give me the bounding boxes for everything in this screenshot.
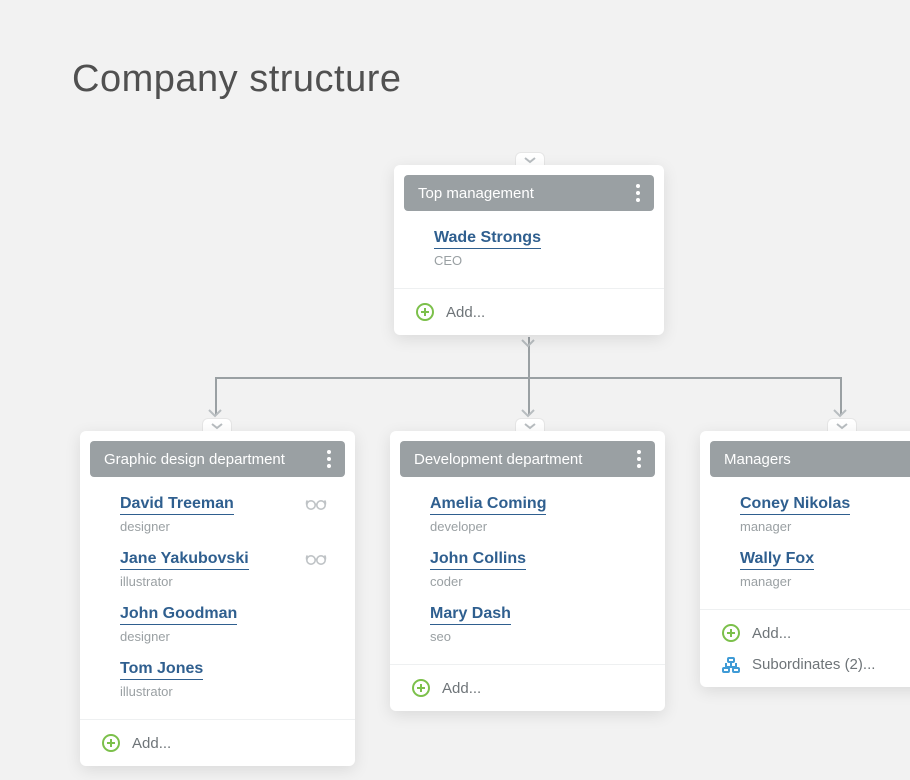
card-footer: Add... — [390, 664, 665, 711]
add-label: Add... — [446, 304, 485, 321]
subordinates-label: Subordinates (2)... — [752, 656, 875, 673]
subordinates-icon — [722, 657, 740, 673]
card-footer: Add... Subordinates (2)... — [700, 609, 910, 687]
member-name-link[interactable]: Mary Dash — [430, 605, 511, 625]
member-role: CEO — [434, 253, 644, 268]
glasses-icon[interactable] — [305, 552, 327, 571]
chevron-down-icon — [519, 408, 537, 418]
member-item: John Collins coder — [430, 542, 645, 597]
member-role: manager — [740, 519, 910, 534]
card-footer: Add... — [394, 288, 664, 335]
card-header: Managers — [710, 441, 910, 477]
member-item: Jane Yakubovski illustrator — [120, 542, 335, 597]
member-name-link[interactable]: Coney Nikolas — [740, 495, 850, 515]
member-name-link[interactable]: Wally Fox — [740, 550, 814, 570]
org-card-graphic-design: Graphic design department David Treeman d… — [80, 431, 355, 766]
chevron-down-icon — [519, 338, 537, 348]
member-list: Coney Nikolas manager Wally Fox manager — [700, 477, 910, 603]
card-header: Top management — [404, 175, 654, 211]
card-header: Graphic design department — [90, 441, 345, 477]
member-name-link[interactable]: Jane Yakubovski — [120, 550, 249, 570]
card-title: Top management — [418, 185, 534, 202]
card-header: Development department — [400, 441, 655, 477]
member-item: Coney Nikolas manager — [740, 487, 910, 542]
member-name-link[interactable]: John Collins — [430, 550, 526, 570]
member-item: Wade Strongs CEO — [434, 221, 644, 276]
member-role: designer — [120, 629, 335, 644]
member-name-link[interactable]: John Goodman — [120, 605, 237, 625]
member-list: Wade Strongs CEO — [394, 211, 664, 282]
add-member-button[interactable]: Add... — [390, 665, 665, 711]
card-menu-button[interactable] — [637, 450, 641, 468]
member-role: illustrator — [120, 574, 335, 589]
add-label: Add... — [442, 680, 481, 697]
member-name-link[interactable]: Tom Jones — [120, 660, 203, 680]
member-list: David Treeman designer Jane Yakubovski illu… — [80, 477, 355, 713]
card-title: Managers — [724, 451, 791, 468]
add-member-button[interactable]: Add... — [394, 289, 664, 335]
org-card-top-management: Top management Wade Strongs CEO Add... — [394, 165, 664, 335]
glasses-icon[interactable] — [305, 497, 327, 516]
org-card-development: Development department Amelia Coming deve… — [390, 431, 665, 711]
chevron-down-icon — [831, 408, 849, 418]
add-label: Add... — [132, 735, 171, 752]
subordinates-button[interactable]: Subordinates (2)... — [700, 656, 910, 687]
member-item: John Goodman designer — [120, 597, 335, 652]
plus-icon — [416, 303, 434, 321]
org-card-managers: Managers Coney Nikolas manager Wally Fox ma… — [700, 431, 910, 687]
member-item: Wally Fox manager — [740, 542, 910, 597]
card-footer: Add... — [80, 719, 355, 766]
chevron-down-icon — [206, 408, 224, 418]
member-item: Mary Dash seo — [430, 597, 645, 652]
member-name-link[interactable]: Amelia Coming — [430, 495, 546, 515]
member-item: David Treeman designer — [120, 487, 335, 542]
member-role: illustrator — [120, 684, 335, 699]
add-member-button[interactable]: Add... — [80, 720, 355, 766]
member-item: Amelia Coming developer — [430, 487, 645, 542]
card-menu-button[interactable] — [636, 184, 640, 202]
member-item: Tom Jones illustrator — [120, 652, 335, 707]
add-member-button[interactable]: Add... — [700, 610, 910, 656]
member-role: designer — [120, 519, 335, 534]
page-title: Company structure — [72, 58, 402, 101]
plus-icon — [722, 624, 740, 642]
member-role: developer — [430, 519, 645, 534]
card-title: Graphic design department — [104, 451, 285, 468]
member-list: Amelia Coming developer John Collins coder M… — [390, 477, 665, 658]
add-label: Add... — [752, 625, 791, 642]
member-name-link[interactable]: Wade Strongs — [434, 229, 541, 249]
card-menu-button[interactable] — [327, 450, 331, 468]
member-name-link[interactable]: David Treeman — [120, 495, 234, 515]
member-role: coder — [430, 574, 645, 589]
member-role: manager — [740, 574, 910, 589]
member-role: seo — [430, 629, 645, 644]
plus-icon — [102, 734, 120, 752]
card-title: Development department — [414, 451, 582, 468]
plus-icon — [412, 679, 430, 697]
